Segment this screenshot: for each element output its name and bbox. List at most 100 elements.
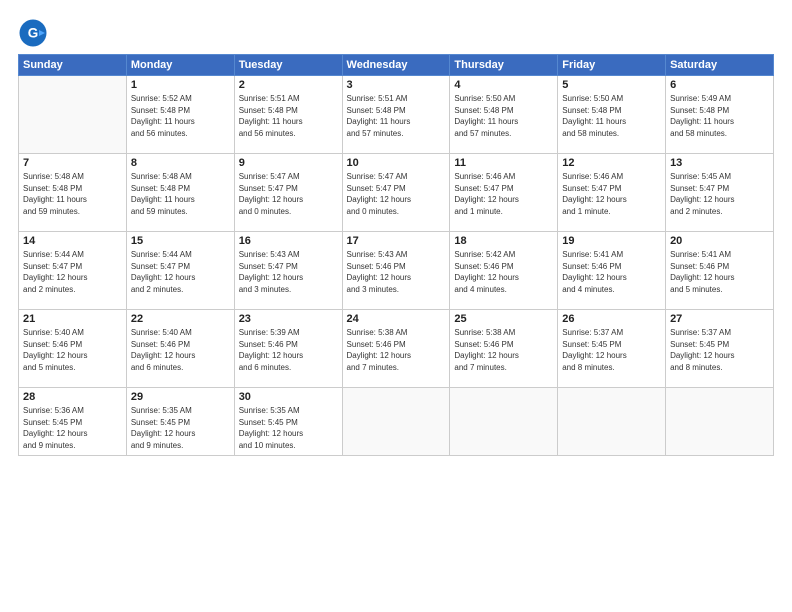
calendar-cell: 29 Sunrise: 5:35 AM Sunset: 5:45 PM Dayli…: [126, 388, 234, 456]
day-info: Sunrise: 5:50 AM Sunset: 5:48 PM Dayligh…: [454, 93, 553, 139]
day-number: 30: [239, 391, 338, 403]
day-number: 18: [454, 235, 553, 247]
day-number: 13: [670, 157, 769, 169]
day-info: Sunrise: 5:51 AM Sunset: 5:48 PM Dayligh…: [239, 93, 338, 139]
weekday-header-row: SundayMondayTuesdayWednesdayThursdayFrid…: [19, 55, 774, 76]
day-info: Sunrise: 5:43 AM Sunset: 5:47 PM Dayligh…: [239, 249, 338, 295]
calendar-cell: [450, 388, 558, 456]
calendar-cell: 7 Sunrise: 5:48 AM Sunset: 5:48 PM Daylig…: [19, 154, 127, 232]
calendar-cell: 25 Sunrise: 5:38 AM Sunset: 5:46 PM Dayli…: [450, 310, 558, 388]
day-number: 22: [131, 313, 230, 325]
calendar-cell: 11 Sunrise: 5:46 AM Sunset: 5:47 PM Dayli…: [450, 154, 558, 232]
day-number: 3: [347, 79, 446, 91]
calendar-cell: 27 Sunrise: 5:37 AM Sunset: 5:45 PM Dayli…: [666, 310, 774, 388]
day-number: 5: [562, 79, 661, 91]
calendar-cell: 6Sunrise: 5:49 AM Sunset: 5:48 PM Daylig…: [666, 76, 774, 154]
calendar-cell: 8 Sunrise: 5:48 AM Sunset: 5:48 PM Daylig…: [126, 154, 234, 232]
day-info: Sunrise: 5:40 AM Sunset: 5:46 PM Dayligh…: [131, 327, 230, 373]
day-info: Sunrise: 5:36 AM Sunset: 5:45 PM Dayligh…: [23, 405, 122, 451]
day-info: Sunrise: 5:48 AM Sunset: 5:48 PM Dayligh…: [23, 171, 122, 217]
day-info: Sunrise: 5:35 AM Sunset: 5:45 PM Dayligh…: [131, 405, 230, 451]
day-number: 8: [131, 157, 230, 169]
day-number: 4: [454, 79, 553, 91]
weekday-header-tuesday: Tuesday: [234, 55, 342, 76]
day-number: 17: [347, 235, 446, 247]
week-row-3: 14 Sunrise: 5:44 AM Sunset: 5:47 PM Dayli…: [19, 232, 774, 310]
day-info: Sunrise: 5:38 AM Sunset: 5:46 PM Dayligh…: [454, 327, 553, 373]
calendar-cell: 4 Sunrise: 5:50 AM Sunset: 5:48 PM Daylig…: [450, 76, 558, 154]
day-info: Sunrise: 5:48 AM Sunset: 5:48 PM Dayligh…: [131, 171, 230, 217]
day-info: Sunrise: 5:37 AM Sunset: 5:45 PM Dayligh…: [562, 327, 661, 373]
day-info: Sunrise: 5:41 AM Sunset: 5:46 PM Dayligh…: [562, 249, 661, 295]
day-number: 29: [131, 391, 230, 403]
day-number: 23: [239, 313, 338, 325]
day-info: Sunrise: 5:37 AM Sunset: 5:45 PM Dayligh…: [670, 327, 769, 373]
day-info: Sunrise: 5:35 AM Sunset: 5:45 PM Dayligh…: [239, 405, 338, 451]
day-info: Sunrise: 5:50 AM Sunset: 5:48 PM Dayligh…: [562, 93, 661, 139]
weekday-header-friday: Friday: [558, 55, 666, 76]
weekday-header-monday: Monday: [126, 55, 234, 76]
day-info: Sunrise: 5:46 AM Sunset: 5:47 PM Dayligh…: [454, 171, 553, 217]
weekday-header-sunday: Sunday: [19, 55, 127, 76]
calendar-cell: 19 Sunrise: 5:41 AM Sunset: 5:46 PM Dayli…: [558, 232, 666, 310]
weekday-header-thursday: Thursday: [450, 55, 558, 76]
week-row-1: 1Sunrise: 5:52 AM Sunset: 5:48 PM Daylig…: [19, 76, 774, 154]
day-number: 11: [454, 157, 553, 169]
calendar-cell: 26 Sunrise: 5:37 AM Sunset: 5:45 PM Dayli…: [558, 310, 666, 388]
day-number: 20: [670, 235, 769, 247]
day-number: 16: [239, 235, 338, 247]
day-info: Sunrise: 5:39 AM Sunset: 5:46 PM Dayligh…: [239, 327, 338, 373]
day-info: Sunrise: 5:51 AM Sunset: 5:48 PM Dayligh…: [347, 93, 446, 139]
day-number: 9: [239, 157, 338, 169]
calendar-cell: 13Sunrise: 5:45 AM Sunset: 5:47 PM Dayli…: [666, 154, 774, 232]
calendar-cell: 30 Sunrise: 5:35 AM Sunset: 5:45 PM Dayli…: [234, 388, 342, 456]
calendar-cell: 1Sunrise: 5:52 AM Sunset: 5:48 PM Daylig…: [126, 76, 234, 154]
day-number: 14: [23, 235, 122, 247]
calendar-cell: 3 Sunrise: 5:51 AM Sunset: 5:48 PM Daylig…: [342, 76, 450, 154]
weekday-header-wednesday: Wednesday: [342, 55, 450, 76]
day-info: Sunrise: 5:38 AM Sunset: 5:46 PM Dayligh…: [347, 327, 446, 373]
logo: G: [18, 18, 52, 48]
day-number: 25: [454, 313, 553, 325]
calendar-cell: 18Sunrise: 5:42 AM Sunset: 5:46 PM Dayli…: [450, 232, 558, 310]
calendar-cell: [558, 388, 666, 456]
calendar-cell: 20 Sunrise: 5:41 AM Sunset: 5:46 PM Dayli…: [666, 232, 774, 310]
calendar-cell: 28 Sunrise: 5:36 AM Sunset: 5:45 PM Dayli…: [19, 388, 127, 456]
week-row-4: 21 Sunrise: 5:40 AM Sunset: 5:46 PM Dayli…: [19, 310, 774, 388]
day-info: Sunrise: 5:49 AM Sunset: 5:48 PM Dayligh…: [670, 93, 769, 139]
logo-icon: G: [18, 18, 48, 48]
day-number: 15: [131, 235, 230, 247]
day-number: 26: [562, 313, 661, 325]
day-info: Sunrise: 5:44 AM Sunset: 5:47 PM Dayligh…: [23, 249, 122, 295]
header: G: [18, 18, 774, 48]
day-info: Sunrise: 5:43 AM Sunset: 5:46 PM Dayligh…: [347, 249, 446, 295]
day-number: 12: [562, 157, 661, 169]
calendar-cell: 16 Sunrise: 5:43 AM Sunset: 5:47 PM Dayli…: [234, 232, 342, 310]
day-info: Sunrise: 5:52 AM Sunset: 5:48 PM Dayligh…: [131, 93, 230, 139]
day-number: 19: [562, 235, 661, 247]
day-number: 7: [23, 157, 122, 169]
calendar-cell: 2 Sunrise: 5:51 AM Sunset: 5:48 PM Daylig…: [234, 76, 342, 154]
calendar-cell: 9 Sunrise: 5:47 AM Sunset: 5:47 PM Daylig…: [234, 154, 342, 232]
day-info: Sunrise: 5:41 AM Sunset: 5:46 PM Dayligh…: [670, 249, 769, 295]
calendar-cell: 22 Sunrise: 5:40 AM Sunset: 5:46 PM Dayli…: [126, 310, 234, 388]
calendar-cell: 15 Sunrise: 5:44 AM Sunset: 5:47 PM Dayli…: [126, 232, 234, 310]
calendar-cell: 14 Sunrise: 5:44 AM Sunset: 5:47 PM Dayli…: [19, 232, 127, 310]
svg-text:G: G: [28, 26, 39, 41]
calendar-cell: 10Sunrise: 5:47 AM Sunset: 5:47 PM Dayli…: [342, 154, 450, 232]
weekday-header-saturday: Saturday: [666, 55, 774, 76]
day-info: Sunrise: 5:44 AM Sunset: 5:47 PM Dayligh…: [131, 249, 230, 295]
day-info: Sunrise: 5:46 AM Sunset: 5:47 PM Dayligh…: [562, 171, 661, 217]
day-number: 28: [23, 391, 122, 403]
calendar-cell: 5 Sunrise: 5:50 AM Sunset: 5:48 PM Daylig…: [558, 76, 666, 154]
day-number: 21: [23, 313, 122, 325]
calendar-cell: [342, 388, 450, 456]
page: G SundayMondayTuesdayWednesdayThursdayFr…: [0, 0, 792, 612]
day-info: Sunrise: 5:47 AM Sunset: 5:47 PM Dayligh…: [239, 171, 338, 217]
calendar: SundayMondayTuesdayWednesdayThursdayFrid…: [18, 54, 774, 456]
day-number: 27: [670, 313, 769, 325]
calendar-cell: 17 Sunrise: 5:43 AM Sunset: 5:46 PM Dayli…: [342, 232, 450, 310]
day-number: 2: [239, 79, 338, 91]
week-row-5: 28 Sunrise: 5:36 AM Sunset: 5:45 PM Dayli…: [19, 388, 774, 456]
day-info: Sunrise: 5:40 AM Sunset: 5:46 PM Dayligh…: [23, 327, 122, 373]
